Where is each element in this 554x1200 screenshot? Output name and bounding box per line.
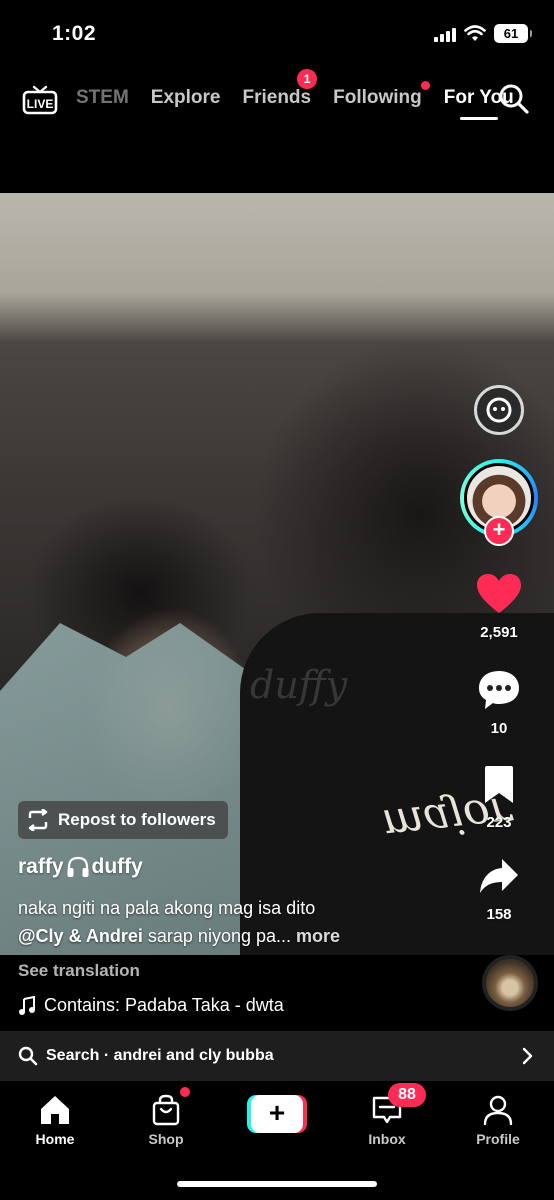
save-button[interactable]: 223 [444,765,554,831]
svg-text:LIVE: LIVE [27,97,54,111]
following-dot [420,81,430,90]
music-info[interactable]: Contains: Padaba Taka - dwta [18,995,284,1016]
friends-badge: 1 [297,69,318,89]
author-name-part2: duffy [91,855,143,878]
music-note-icon [19,995,35,1015]
caption-line1: naka ngiti na pala akong mag isa dito [18,898,316,918]
related-search-bar[interactable]: Search · andrei and cly bubba [0,1031,554,1081]
bookmark-icon [485,766,513,803]
related-search-text: Search · andrei and cly bubba [46,1047,274,1064]
see-translation-link[interactable]: See translation [18,961,140,981]
comment-icon [479,671,519,709]
caption-rest: sarap niyong pa... [142,926,292,946]
save-count: 223 [486,814,512,831]
home-icon [41,1096,69,1124]
share-count: 158 [486,906,512,923]
search-small-icon [18,1046,38,1066]
follow-button[interactable]: + [484,516,514,546]
share-button[interactable]: 158 [444,857,554,923]
status-icons: 61 [434,24,532,43]
feed-tabs: STEM Explore Friends 1 Following For You [76,69,514,120]
nav-home[interactable]: Home [5,1093,105,1147]
battery-icon: 61 [494,24,532,43]
cellular-signal-icon [434,26,456,42]
tab-following-label: Following [333,87,422,108]
wifi-icon [464,25,486,41]
nav-profile[interactable]: Profile [448,1093,548,1147]
comment-count: 10 [490,720,508,737]
tab-explore[interactable]: Explore [151,87,221,109]
caption-mention[interactable]: @Cly & Andrei [18,926,143,946]
repost-to-followers-button[interactable]: Repost to followers [18,801,228,839]
chevron-right-icon [522,1047,533,1065]
bottom-nav: Home Shop + Inbox 88 Profile [0,1081,554,1200]
profile-icon [483,1095,513,1126]
smile-icon [486,397,512,423]
music-label: Contains: Padaba Taka - dwta [44,995,284,1015]
repost-label: Repost to followers [58,810,216,829]
tab-friends[interactable]: Friends 1 [242,69,318,109]
top-nav: LIVE STEM Explore Friends 1 Following Fo… [0,69,554,131]
author-name-part1: raffy [18,855,64,878]
repost-icon [28,809,48,831]
caption-line2: @Cly & Andrei sarap niyong pa... more [18,926,340,947]
share-icon [480,859,518,893]
like-count: 2,591 [480,624,518,641]
comment-button[interactable]: 10 [444,669,554,737]
shopping-bag-icon [152,1094,180,1126]
nav-shop-label: Shop [148,1131,184,1147]
search-icon[interactable] [498,83,530,115]
plus-icon: + [251,1095,303,1133]
tab-following[interactable]: Following [333,81,430,109]
create-button[interactable]: + [247,1095,307,1133]
music-disc[interactable] [482,955,538,1011]
nav-inbox-label: Inbox [368,1131,406,1147]
shop-notification-dot [180,1087,190,1097]
nav-profile-label: Profile [476,1131,520,1147]
tab-stem[interactable]: STEM [76,87,129,109]
live-icon[interactable]: LIVE [22,85,58,115]
video-watermark: duffy [250,663,348,707]
tab-friends-label: Friends [242,87,312,108]
like-button[interactable]: 2,591 [444,573,554,641]
headphones-icon [67,856,89,877]
nav-shop[interactable]: Shop [116,1093,216,1147]
inbox-badge: 88 [388,1083,426,1107]
status-bar: 1:02 61 [0,0,554,70]
author-name[interactable]: raffy duffy [18,855,143,879]
nav-home-label: Home [35,1131,75,1147]
more-button[interactable]: more [296,926,340,946]
heart-icon [477,574,521,613]
ai-assistant-icon[interactable] [474,385,524,435]
status-time: 1:02 [52,22,97,45]
home-indicator[interactable] [177,1181,377,1187]
